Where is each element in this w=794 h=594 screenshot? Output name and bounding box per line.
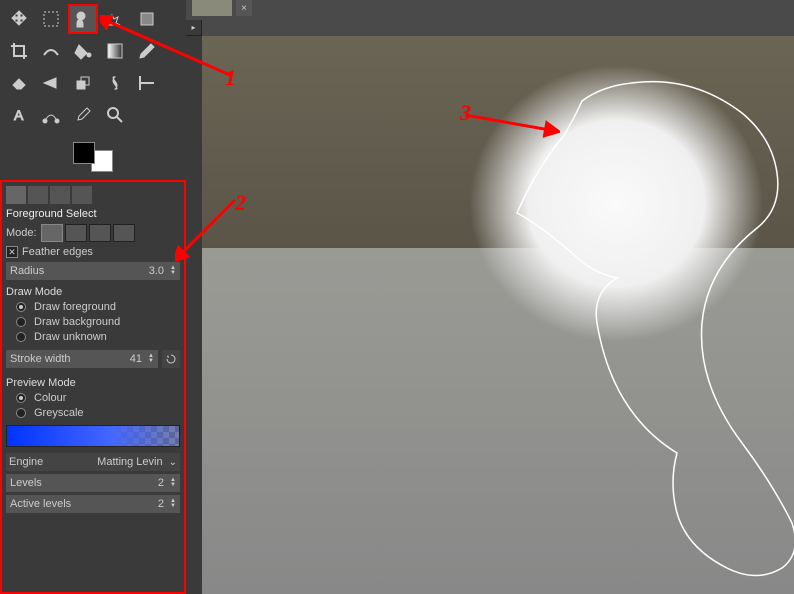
annotation-arrow-3: [460, 110, 560, 140]
annotation-arrow-1: [100, 15, 240, 85]
paths-tool[interactable]: [36, 100, 66, 130]
feather-label: Feather edges: [22, 246, 93, 258]
foreground-color[interactable]: [73, 142, 95, 164]
canvas-area: × 0 50 100 150 200 250 300 350 400 450 5…: [186, 0, 794, 594]
left-panel: A Foreground Select Mode:: [0, 0, 186, 594]
device-status-tab[interactable]: [28, 186, 48, 204]
draw-mode-label: Draw Mode: [6, 286, 180, 298]
dock-tabs: [6, 186, 180, 204]
color-swatch[interactable]: [73, 142, 113, 172]
preview-colour-label: Colour: [34, 392, 66, 404]
spinner-arrows-icon[interactable]: ▲▼: [148, 354, 154, 364]
image-tab-thumbnail[interactable]: [192, 0, 232, 16]
active-levels-label: Active levels: [10, 498, 158, 510]
rectangle-select-tool[interactable]: [36, 4, 66, 34]
bucket-fill-tool[interactable]: [68, 36, 98, 66]
draw-background-label: Draw background: [34, 316, 120, 328]
preview-colour-radio[interactable]: [16, 393, 26, 403]
levels-label: Levels: [10, 477, 158, 489]
draw-background-radio[interactable]: [16, 317, 26, 327]
draw-unknown-radio[interactable]: [16, 332, 26, 342]
spinner-arrows-icon[interactable]: ▲▼: [170, 499, 176, 509]
mode-label: Mode:: [6, 227, 37, 239]
engine-dropdown[interactable]: Engine Matting Levin ⌄: [6, 453, 180, 471]
stroke-width-reset[interactable]: [162, 350, 180, 368]
preview-greyscale-radio[interactable]: [16, 408, 26, 418]
vertical-ruler[interactable]: [186, 36, 202, 594]
crop-tool[interactable]: [4, 36, 34, 66]
spinner-arrows-icon[interactable]: ▲▼: [170, 478, 176, 488]
chevron-down-icon: ⌄: [169, 457, 177, 468]
radius-spinner[interactable]: Radius 3.0 ▲▼: [6, 262, 180, 280]
text-tool[interactable]: A: [4, 100, 34, 130]
feather-checkbox[interactable]: ✕: [6, 246, 18, 258]
svg-text:A: A: [14, 107, 24, 123]
zoom-tool[interactable]: [100, 100, 130, 130]
reset-icon: [165, 353, 177, 365]
draw-unknown-label: Draw unknown: [34, 331, 107, 343]
mode-intersect[interactable]: [113, 224, 135, 242]
eraser-tool[interactable]: [4, 68, 34, 98]
engine-label: Engine: [9, 456, 97, 468]
close-tab-button[interactable]: ×: [236, 0, 252, 16]
radius-label: Radius: [10, 265, 149, 277]
mode-subtract[interactable]: [89, 224, 111, 242]
undo-history-tab[interactable]: [50, 186, 70, 204]
airbrush-tool[interactable]: [36, 68, 66, 98]
mode-add[interactable]: [65, 224, 87, 242]
radius-value: 3.0: [149, 265, 164, 277]
images-tab[interactable]: [72, 186, 92, 204]
image-tab-bar: ×: [186, 0, 794, 20]
move-tool[interactable]: [4, 4, 34, 34]
color-picker-tool[interactable]: [68, 100, 98, 130]
engine-value: Matting Levin: [97, 456, 162, 468]
preview-mode-label: Preview Mode: [6, 377, 180, 389]
preview-color-swatch[interactable]: [6, 425, 180, 447]
mode-replace[interactable]: [41, 224, 63, 242]
stroke-width-spinner[interactable]: Stroke width 41 ▲▼: [6, 350, 158, 368]
annotation-arrow-2: [175, 195, 245, 265]
stroke-width-label: Stroke width: [10, 353, 130, 365]
levels-spinner[interactable]: Levels 2 ▲▼: [6, 474, 180, 492]
active-levels-spinner[interactable]: Active levels 2 ▲▼: [6, 495, 180, 513]
tool-options-panel: Foreground Select Mode: ✕ Feather edges …: [0, 180, 186, 594]
levels-value: 2: [158, 477, 164, 489]
unified-transform-tool[interactable]: [36, 36, 66, 66]
active-levels-value: 2: [158, 498, 164, 510]
preview-greyscale-label: Greyscale: [34, 407, 84, 419]
spinner-arrows-icon[interactable]: ▲▼: [170, 266, 176, 276]
draw-foreground-label: Draw foreground: [34, 301, 116, 313]
tool-options-tab[interactable]: [6, 186, 26, 204]
foreground-select-tool[interactable]: [68, 4, 98, 34]
stroke-width-value: 41: [130, 353, 142, 365]
draw-foreground-radio[interactable]: [16, 302, 26, 312]
tool-options-title: Foreground Select: [6, 208, 180, 220]
clone-tool[interactable]: [68, 68, 98, 98]
